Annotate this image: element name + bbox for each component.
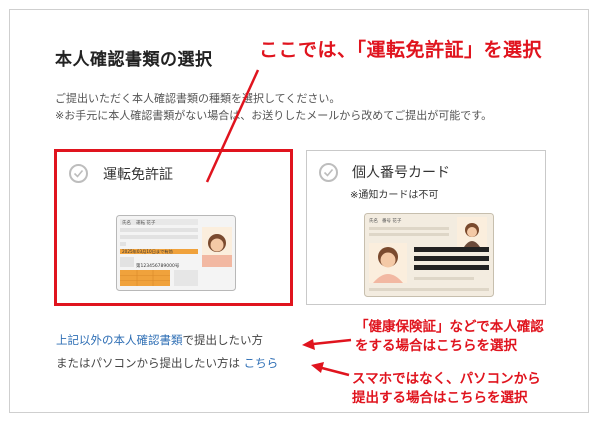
arrow-icon: [312, 338, 352, 346]
arrow-icon: [205, 69, 260, 183]
arrow-icon: [311, 362, 324, 373]
arrow-icon: [321, 366, 350, 377]
annotation-arrows: [205, 69, 352, 377]
arrow-icon: [302, 339, 315, 350]
